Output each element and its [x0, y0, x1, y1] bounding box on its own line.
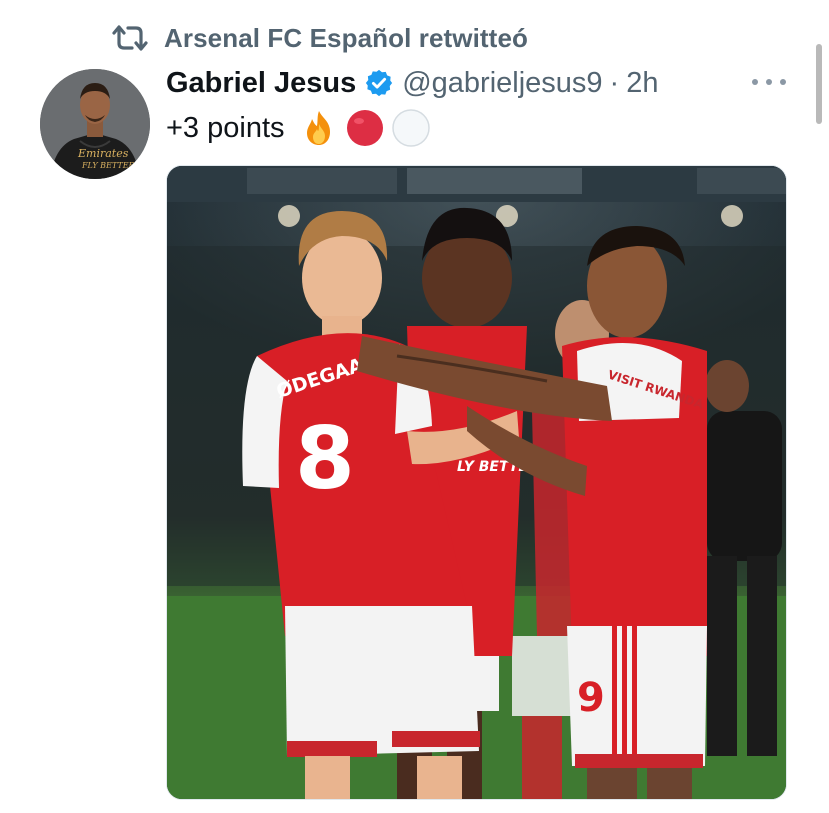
tweet-photo[interactable]: LY BETTER ØDEGAARD 8 VISIT RWANDA 9	[166, 165, 787, 800]
retweet-icon	[110, 22, 150, 54]
white-circle-emoji-icon	[391, 108, 431, 148]
more-options-icon[interactable]	[752, 72, 786, 92]
tweet-body: +3 points	[166, 111, 285, 144]
tweet-text: +3 points	[166, 106, 437, 150]
scrollbar[interactable]	[816, 44, 822, 124]
photo-illustration: LY BETTER ØDEGAARD 8 VISIT RWANDA 9	[167, 166, 786, 799]
red-circle-emoji-icon	[345, 108, 385, 148]
svg-text:Emirates: Emirates	[77, 147, 129, 160]
player-number-9: 9	[577, 675, 605, 721]
tweet-timestamp[interactable]: 2h	[626, 67, 658, 100]
avatar[interactable]: Emirates FLY BETTER	[40, 69, 150, 179]
tweet-page: Arsenal FC Español retwitteó Emirates FL…	[0, 0, 829, 813]
player-number-8: 8	[295, 409, 355, 509]
author-display-name[interactable]: Gabriel Jesus	[166, 67, 356, 100]
verified-badge-icon	[364, 68, 394, 98]
author-handle[interactable]: @gabrieljesus9	[402, 67, 602, 100]
retweet-label: Arsenal FC Español retwitteó	[164, 22, 528, 53]
retweet-context[interactable]: Arsenal FC Español retwitteó	[110, 20, 528, 56]
fire-emoji-icon	[299, 108, 339, 148]
svg-text:FLY BETTER: FLY BETTER	[81, 161, 135, 170]
tweet-header: Gabriel Jesus @gabrieljesus9 · 2h	[166, 62, 658, 104]
separator-dot: ·	[609, 66, 620, 99]
